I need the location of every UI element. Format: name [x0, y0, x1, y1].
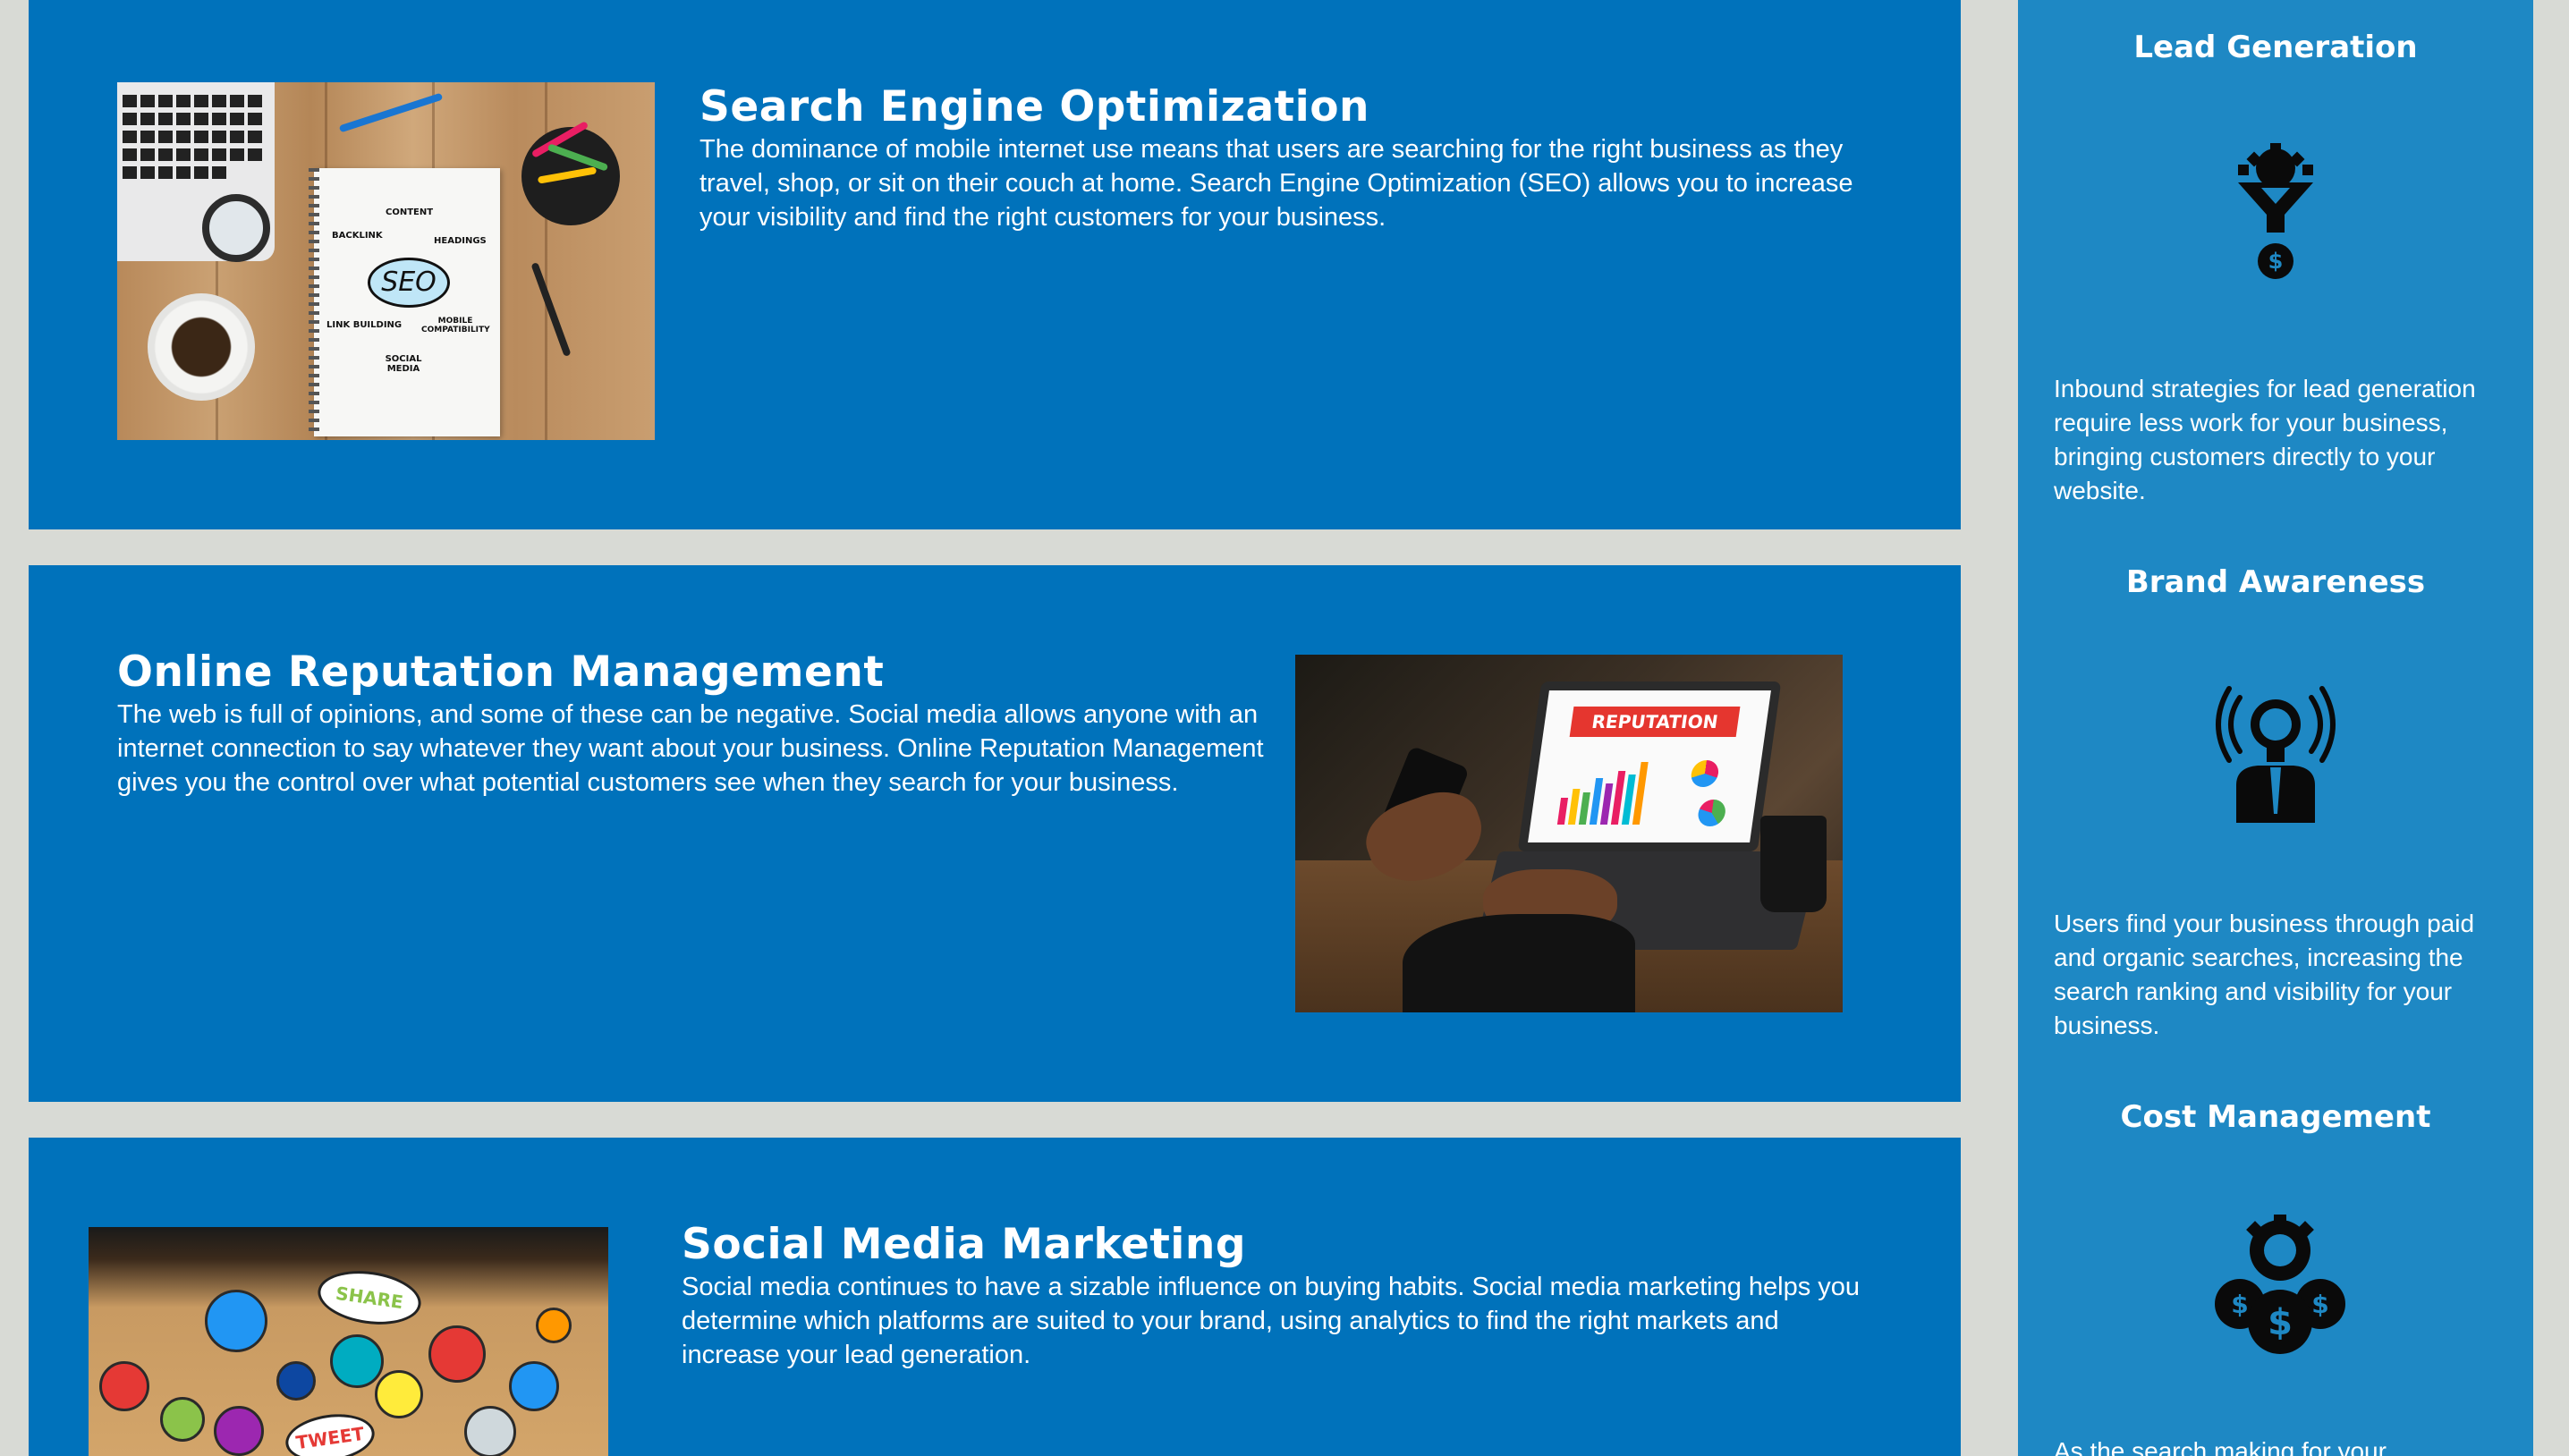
laptop-screen-image: REPUTATION [1517, 681, 1782, 851]
benefit-title: Cost Management [2120, 1099, 2431, 1135]
benefit-text: As the search making for your [2054, 1437, 2387, 1456]
benefit-title: Brand Awareness [2125, 564, 2426, 600]
seo-notebook-image: CONTENT BACKLINK HEADINGS SEO LINK BUILD… [309, 168, 500, 436]
svg-text:$: $ [2268, 1302, 2293, 1343]
social-media-table-photo: SHARE TWEET [89, 1227, 608, 1456]
benefit-text: Inbound strategies for lead generation r… [2054, 375, 2476, 504]
magnifier-image [202, 194, 270, 262]
service-card-seo: CONTENT BACKLINK HEADINGS SEO LINK BUILD… [29, 0, 1961, 529]
svg-text:$: $ [2268, 249, 2284, 274]
svg-text:$: $ [2231, 1290, 2248, 1319]
service-title-orm: Online Reputation Management [117, 648, 885, 697]
benefits-sidebar: Lead Generation $ Inbound strategies for… [2018, 0, 2533, 1456]
gears-dollar-coins-icon: $ $ $ [2215, 1215, 2345, 1354]
reputation-laptop-photo: REPUTATION [1295, 655, 1843, 1012]
benefit-title: Lead Generation [2133, 30, 2418, 65]
gear-funnel-dollar-icon: $ [2238, 143, 2313, 279]
lightbulb-person-broadcast-icon [2216, 686, 2336, 823]
service-text-smm: Social media continues to have a sizable… [682, 1273, 1861, 1369]
service-text-seo: The dominance of mobile internet use mea… [699, 135, 1853, 232]
cup-image [1760, 816, 1827, 912]
svg-text:$: $ [2311, 1290, 2328, 1319]
benefit-text: Users find your business through paid an… [2054, 910, 2475, 1039]
seo-notebook-photo: CONTENT BACKLINK HEADINGS SEO LINK BUILD… [117, 82, 655, 440]
service-text-orm: The web is full of opinions, and some of… [117, 700, 1264, 797]
service-title-seo: Search Engine Optimization [699, 82, 1369, 131]
service-title-smm: Social Media Marketing [682, 1220, 1246, 1269]
coffee-cup-image [148, 293, 255, 401]
